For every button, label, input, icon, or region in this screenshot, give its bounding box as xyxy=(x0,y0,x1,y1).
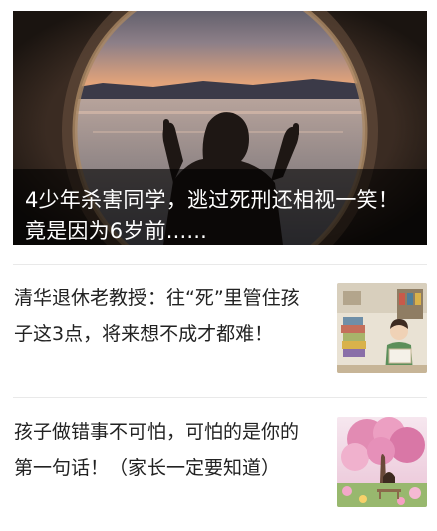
article-thumbnail[interactable] xyxy=(337,283,427,373)
hero-article-card[interactable]: 4少年杀害同学，逃过死刑还相视一笑！竟是因为6岁前...... xyxy=(13,11,427,245)
list-item[interactable]: 孩子做错事不可怕，可怕的是你的第一句话！（家长一定要知道） xyxy=(13,414,427,524)
thumbnail-image xyxy=(337,283,427,373)
thumbnail-image xyxy=(337,417,427,507)
hero-title[interactable]: 4少年杀害同学，逃过死刑还相视一笑！竟是因为6岁前...... xyxy=(25,185,417,245)
list-item[interactable]: 清华退休老教授：往“死”里管住孩子这3点，将来想不成才都难！ xyxy=(13,280,427,390)
divider xyxy=(13,397,427,398)
article-title[interactable]: 孩子做错事不可怕，可怕的是你的第一句话！（家长一定要知道） xyxy=(14,414,314,486)
divider xyxy=(13,264,427,265)
article-title[interactable]: 清华退休老教授：往“死”里管住孩子这3点，将来想不成才都难！ xyxy=(14,280,314,352)
article-thumbnail[interactable] xyxy=(337,417,427,507)
